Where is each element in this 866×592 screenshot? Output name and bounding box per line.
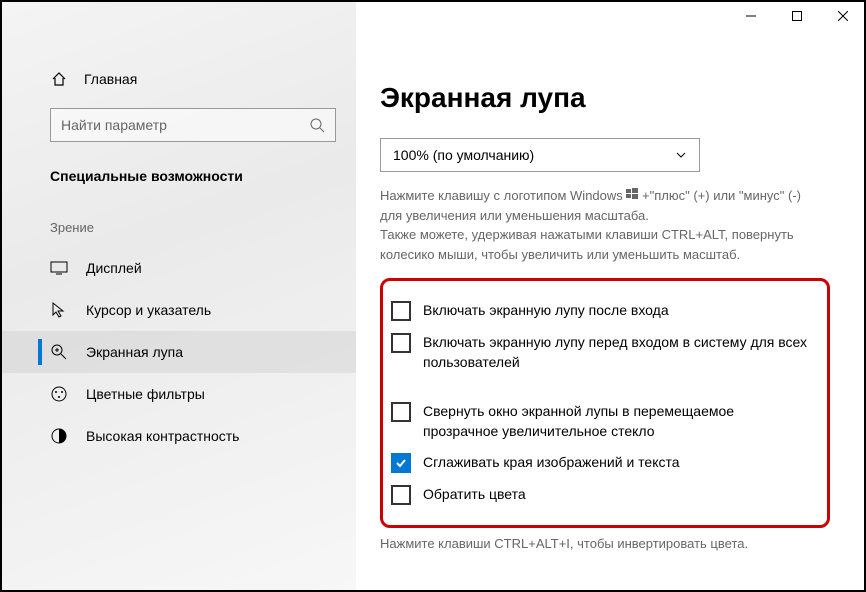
sidebar-item-label: Дисплей [86,260,142,276]
checkbox-label: Обратить цвета [423,485,526,505]
main-content: Экранная лупа 100% (по умолчанию) Нажмит… [356,2,864,590]
sidebar-item-magnifier[interactable]: Экранная лупа [2,331,356,373]
sidebar-item-display[interactable]: Дисплей [2,247,356,289]
checkbox-smooth-edges[interactable]: Сглаживать края изображений и текста [391,447,813,479]
checkbox-box [391,453,411,473]
checkbox-label: Включать экранную лупу перед входом в си… [423,333,813,372]
checkbox-invert-colors[interactable]: Обратить цвета [391,479,813,511]
sidebar-item-label: Курсор и указатель [86,302,211,318]
checkbox-start-after-signin[interactable]: Включать экранную лупу после входа [391,295,813,327]
checkbox-label: Включать экранную лупу после входа [423,301,669,321]
home-label: Главная [84,71,137,87]
sidebar: Главная Найти параметр Специальные возмо… [2,2,356,590]
category-title: Специальные возможности [2,150,356,196]
hint-text: Нажмите клавишу с логотипом Windows +"пл… [380,186,810,264]
checkbox-box [391,333,411,353]
color-filter-icon [50,385,68,403]
checkbox-box [391,485,411,505]
chevron-down-icon [675,149,687,161]
sidebar-item-color-filters[interactable]: Цветные фильтры [2,373,356,415]
checkbox-label: Свернуть окно экранной лупы в перемещаем… [423,402,813,441]
sidebar-item-label: Высокая контрастность [86,428,239,444]
checkbox-box [391,301,411,321]
page-title: Экранная лупа [380,82,830,114]
zoom-dropdown[interactable]: 100% (по умолчанию) [380,138,700,172]
checkbox-start-before-signin[interactable]: Включать экранную лупу перед входом в си… [391,327,813,378]
contrast-icon [50,427,68,445]
search-icon [309,117,325,133]
check-icon [394,456,408,470]
group-title: Зрение [2,196,356,247]
sidebar-item-cursor[interactable]: Курсор и указатель [2,289,356,331]
home-icon [50,70,68,88]
home-nav[interactable]: Главная [2,62,356,100]
sidebar-item-label: Экранная лупа [86,344,183,360]
dropdown-value: 100% (по умолчанию) [393,147,534,163]
sidebar-item-high-contrast[interactable]: Высокая контрастность [2,415,356,457]
checkbox-collapse-window[interactable]: Свернуть окно экранной лупы в перемещаем… [391,396,813,447]
search-placeholder: Найти параметр [61,117,167,133]
sidebar-item-label: Цветные фильтры [86,386,205,402]
cursor-icon [50,301,68,319]
windows-logo-icon [626,186,638,206]
checkbox-box [391,402,411,422]
display-icon [50,259,68,277]
hint-invert: Нажмите клавиши CTRL+ALT+I, чтобы инверт… [380,536,830,551]
highlighted-checkbox-group: Включать экранную лупу после входа Включ… [380,278,830,528]
checkbox-label: Сглаживать края изображений и текста [423,453,680,473]
search-input[interactable]: Найти параметр [50,108,336,142]
magnifier-icon [50,343,68,361]
